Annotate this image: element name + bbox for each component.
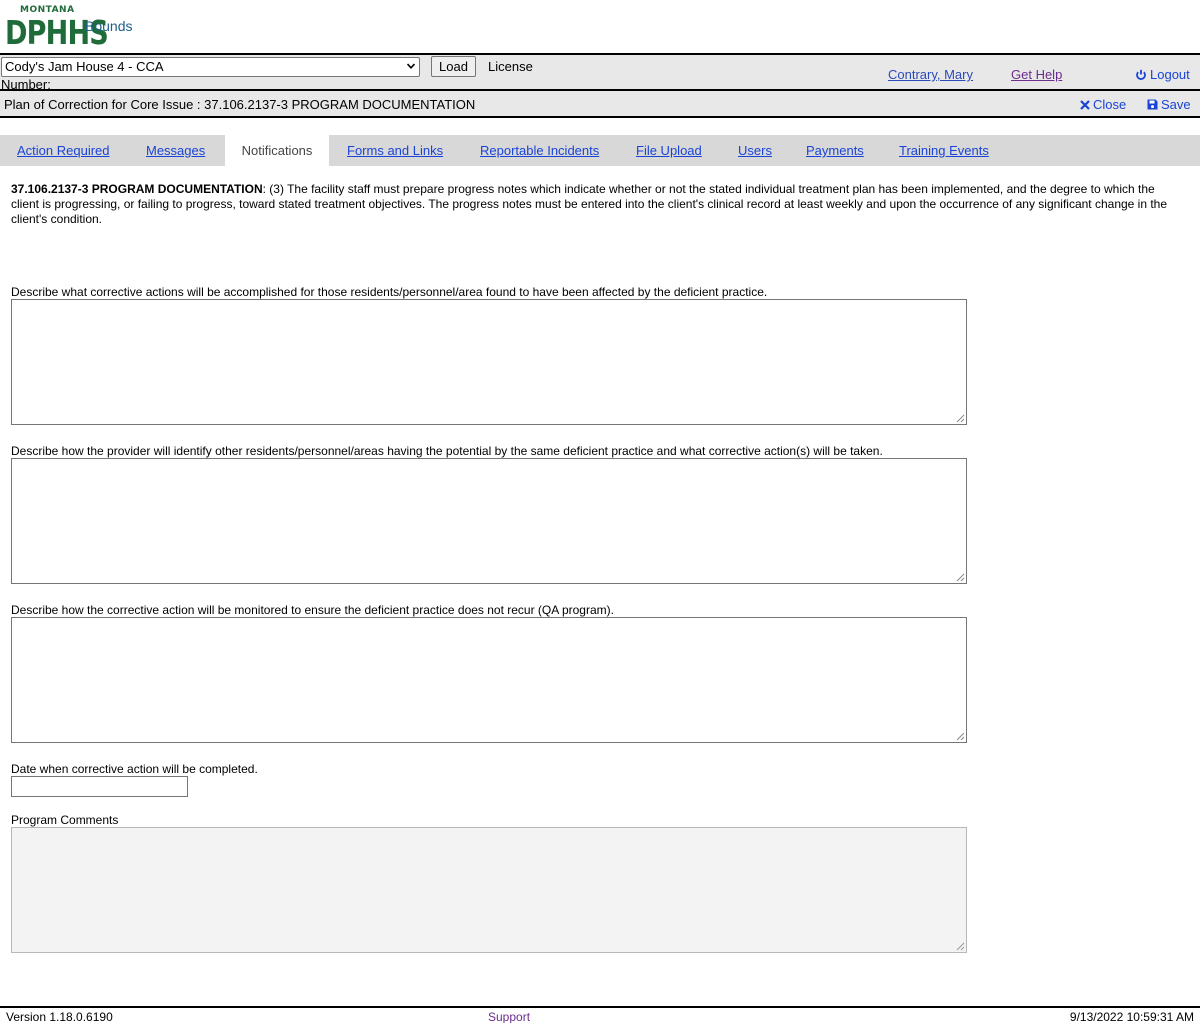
tab-forms-and-links[interactable]: Forms and Links xyxy=(347,135,443,166)
get-help-link[interactable]: Get Help xyxy=(1011,67,1062,82)
user-profile-link[interactable]: Contrary, Mary xyxy=(888,67,973,82)
tab-users[interactable]: Users xyxy=(738,135,772,166)
footer: Version 1.18.0.6190 Support 9/13/2022 10… xyxy=(0,1006,1200,1023)
program-comments-textarea xyxy=(11,827,967,953)
support-link[interactable]: Support xyxy=(488,1010,530,1023)
close-icon xyxy=(1080,100,1090,110)
issue-code: 37.106.2137-3 PROGRAM DOCUMENTATION xyxy=(11,182,263,196)
tab-training-events[interactable]: Training Events xyxy=(899,135,989,166)
q3-label: Describe how the corrective action will … xyxy=(11,603,614,617)
tab-reportable-incidents[interactable]: Reportable Incidents xyxy=(480,135,599,166)
app-name: Bounds xyxy=(85,18,133,34)
page-title: Plan of Correction for Core Issue : 37.1… xyxy=(4,97,476,112)
title-bar: Plan of Correction for Core Issue : 37.1… xyxy=(0,91,1200,118)
header: MONTANA DPHHS Bounds xyxy=(0,0,1200,53)
resize-grip-icon[interactable] xyxy=(956,942,965,951)
resize-grip-icon[interactable] xyxy=(956,414,965,423)
tab-file-upload[interactable]: File Upload xyxy=(636,135,702,166)
logout-link[interactable]: Logout xyxy=(1135,67,1190,82)
load-button[interactable]: Load xyxy=(431,56,476,77)
close-label: Close xyxy=(1093,97,1127,112)
save-label: Save xyxy=(1161,97,1191,112)
issue-description: 37.106.2137-3 PROGRAM DOCUMENTATION: (3)… xyxy=(11,182,1186,227)
license-bar: Cody's Jam House 4 - CCA Load License Nu… xyxy=(0,53,1200,92)
license-select-value: Cody's Jam House 4 - CCA xyxy=(5,59,164,74)
resize-grip-icon[interactable] xyxy=(956,732,965,741)
tab-bar: Action Required Messages Notifications F… xyxy=(0,135,1200,166)
tab-notifications[interactable]: Notifications xyxy=(225,135,329,166)
close-button[interactable]: Close xyxy=(1080,97,1126,112)
identify-others-textarea[interactable] xyxy=(11,458,967,584)
app-root: MONTANA DPHHS Bounds Cody's Jam House 4 … xyxy=(0,0,1200,1023)
q2-label: Describe how the provider will identify … xyxy=(11,444,883,458)
timestamp: 9/13/2022 10:59:31 AM xyxy=(1069,1010,1194,1023)
version-text: Version 1.18.0.6190 xyxy=(6,1010,113,1023)
tab-messages[interactable]: Messages xyxy=(146,135,205,166)
comments-label: Program Comments xyxy=(11,813,119,827)
tab-payments[interactable]: Payments xyxy=(806,135,864,166)
chevron-down-icon xyxy=(407,63,415,69)
save-button[interactable]: Save xyxy=(1147,97,1191,112)
tab-action-required[interactable]: Action Required xyxy=(17,135,110,166)
affected-residents-textarea[interactable] xyxy=(11,299,967,425)
license-label: License xyxy=(488,59,533,74)
date-label: Date when corrective action will be comp… xyxy=(11,762,258,776)
floppy-disk-icon xyxy=(1147,99,1158,110)
q1-label: Describe what corrective actions will be… xyxy=(11,285,768,299)
logout-label: Logout xyxy=(1150,67,1190,82)
license-select[interactable]: Cody's Jam House 4 - CCA xyxy=(1,57,420,77)
dphhs-logo[interactable]: MONTANA DPHHS xyxy=(5,5,109,52)
completion-date-input[interactable] xyxy=(11,776,188,797)
number-label: Number: xyxy=(1,77,51,92)
power-icon xyxy=(1136,69,1146,80)
monitoring-textarea[interactable] xyxy=(11,617,967,743)
resize-grip-icon[interactable] xyxy=(956,573,965,582)
